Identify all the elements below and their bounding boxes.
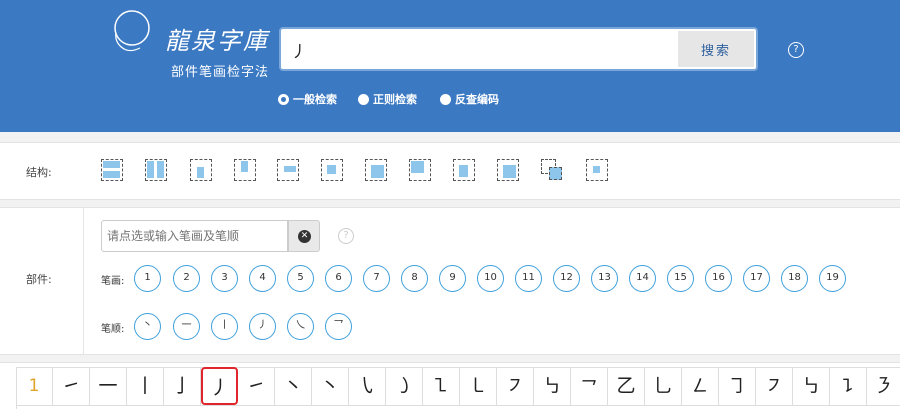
stroke-count-10[interactable]: 10: [477, 265, 504, 292]
stroke-count-7[interactable]: 7: [363, 265, 390, 292]
structure-enclose-top-right-icon[interactable]: [497, 159, 519, 181]
mode-regex-radio[interactable]: 正则检索: [358, 91, 417, 107]
stroke-count-17[interactable]: 17: [743, 265, 770, 292]
structure-enclose-top-icon[interactable]: [234, 159, 256, 181]
stroke-count-2[interactable]: 2: [173, 265, 200, 292]
stroke-count-15[interactable]: 15: [667, 265, 694, 292]
stroke-input[interactable]: [101, 220, 288, 252]
result-char[interactable]: ㇊: [830, 367, 867, 405]
result-char[interactable]: ㇉: [534, 367, 571, 405]
mode-general-radio[interactable]: 一般检索: [278, 91, 337, 107]
structure-panel: 结构:: [0, 142, 900, 200]
result-char[interactable]: ㇋: [867, 367, 900, 405]
stroke-order-turning[interactable]: 乛: [325, 313, 352, 340]
search-box: 搜索: [279, 27, 758, 71]
result-char[interactable]: 乚: [645, 367, 682, 405]
component-panel: 部件: ✕ ? 笔画: 1 2 3 4 5 6 7 8 9 10 11 12 1…: [0, 207, 900, 355]
structure-label: 结构:: [26, 166, 52, 179]
structure-enclose-right-open-icon[interactable]: [453, 159, 475, 181]
stroke-count-3[interactable]: 3: [211, 265, 238, 292]
clear-button[interactable]: ✕: [288, 220, 320, 252]
result-grid: 1 ㇀ 一 丨 亅 丿 ㇀ ㇔ 丶 ㇂ ㇁ ㇅ ㇄ ㇇ ㇉ ㇖ 乙 乚 ㇜ ㇆ …: [0, 362, 900, 409]
result-char[interactable]: 一: [90, 367, 127, 405]
result-char[interactable]: ㇇: [756, 367, 793, 405]
stroke-count-12[interactable]: 12: [553, 265, 580, 292]
stroke-count-5[interactable]: 5: [287, 265, 314, 292]
result-char[interactable]: ㇄: [460, 367, 497, 405]
stroke-count-4[interactable]: 4: [249, 265, 276, 292]
logo-moon-icon: [114, 10, 150, 52]
mode-general-label: 一般检索: [293, 93, 337, 106]
grid-divider: [16, 405, 900, 406]
search-input[interactable]: [289, 35, 673, 65]
stroke-order-left-falling[interactable]: 丿: [249, 313, 276, 340]
mode-reverse-radio[interactable]: 反查编码: [440, 91, 499, 107]
result-char[interactable]: ㇁: [386, 367, 423, 405]
structure-enclose-bottom-open-icon[interactable]: [321, 159, 343, 181]
logo-title: 龍泉字庫: [165, 27, 269, 55]
help-icon[interactable]: ?: [338, 228, 354, 244]
structure-left-right-icon[interactable]: [145, 159, 167, 181]
stroke-count-9[interactable]: 9: [439, 265, 466, 292]
stroke-count-6[interactable]: 6: [325, 265, 352, 292]
radio-icon: [358, 93, 369, 105]
stroke-order-dot[interactable]: 丶: [134, 313, 161, 340]
stroke-count-11[interactable]: 11: [515, 265, 542, 292]
close-icon: ✕: [298, 230, 311, 243]
structure-enclose-left-open-icon[interactable]: [277, 159, 299, 181]
header-bar: 龍泉字庫 部件笔画检字法 搜索 ? 一般检索 正则检索 反查编码: [0, 0, 900, 132]
stroke-count-18[interactable]: 18: [781, 265, 808, 292]
result-char[interactable]: ㇜: [682, 367, 719, 405]
result-char[interactable]: ㇆: [719, 367, 756, 405]
stroke-order-label: 笔顺:: [101, 324, 125, 335]
search-button[interactable]: 搜索: [678, 31, 754, 67]
stroke-order-right-falling[interactable]: 乀: [287, 313, 314, 340]
structure-enclose-bottom-icon[interactable]: [190, 159, 212, 181]
structure-enclose-bottom-left-icon[interactable]: [409, 159, 431, 181]
radio-selected-icon: [278, 93, 289, 105]
result-char[interactable]: ㇅: [423, 367, 460, 405]
result-char[interactable]: 乙: [608, 367, 645, 405]
structure-overlap-icon[interactable]: [541, 159, 563, 181]
result-char[interactable]: ㇀: [53, 367, 90, 405]
result-char[interactable]: 亅: [164, 367, 201, 405]
stroke-count-16[interactable]: 16: [705, 265, 732, 292]
component-label-column: 部件:: [0, 208, 84, 354]
stroke-order-vertical[interactable]: 丨: [211, 313, 238, 340]
structure-full-enclose-icon[interactable]: [586, 159, 608, 181]
help-icon[interactable]: ?: [788, 42, 804, 58]
logo-subtitle: 部件笔画检字法: [171, 65, 270, 80]
result-count: 1: [16, 367, 53, 405]
stroke-count-label: 笔画:: [101, 276, 125, 287]
component-label: 部件:: [26, 273, 52, 286]
mode-regex-label: 正则检索: [373, 93, 417, 106]
result-char[interactable]: 丨: [127, 367, 164, 405]
stroke-count-14[interactable]: 14: [629, 265, 656, 292]
result-char[interactable]: ㇇: [497, 367, 534, 405]
result-char-selected[interactable]: 丿: [201, 367, 238, 405]
radio-icon: [440, 93, 451, 105]
result-char[interactable]: ㇔: [275, 367, 312, 405]
result-char[interactable]: ㇂: [349, 367, 386, 405]
stroke-count-1[interactable]: 1: [134, 265, 161, 292]
result-char[interactable]: ㇉: [793, 367, 830, 405]
result-char[interactable]: ㇖: [571, 367, 608, 405]
structure-enclose-top-left-icon[interactable]: [365, 159, 387, 181]
stroke-count-13[interactable]: 13: [591, 265, 618, 292]
structure-top-bottom-icon[interactable]: [101, 159, 123, 181]
result-char[interactable]: ㇀: [238, 367, 275, 405]
stroke-order-horizontal[interactable]: 一: [173, 313, 200, 340]
stroke-count-19[interactable]: 19: [819, 265, 846, 292]
mode-reverse-label: 反查编码: [455, 93, 499, 106]
stroke-count-8[interactable]: 8: [401, 265, 428, 292]
result-char[interactable]: 丶: [312, 367, 349, 405]
